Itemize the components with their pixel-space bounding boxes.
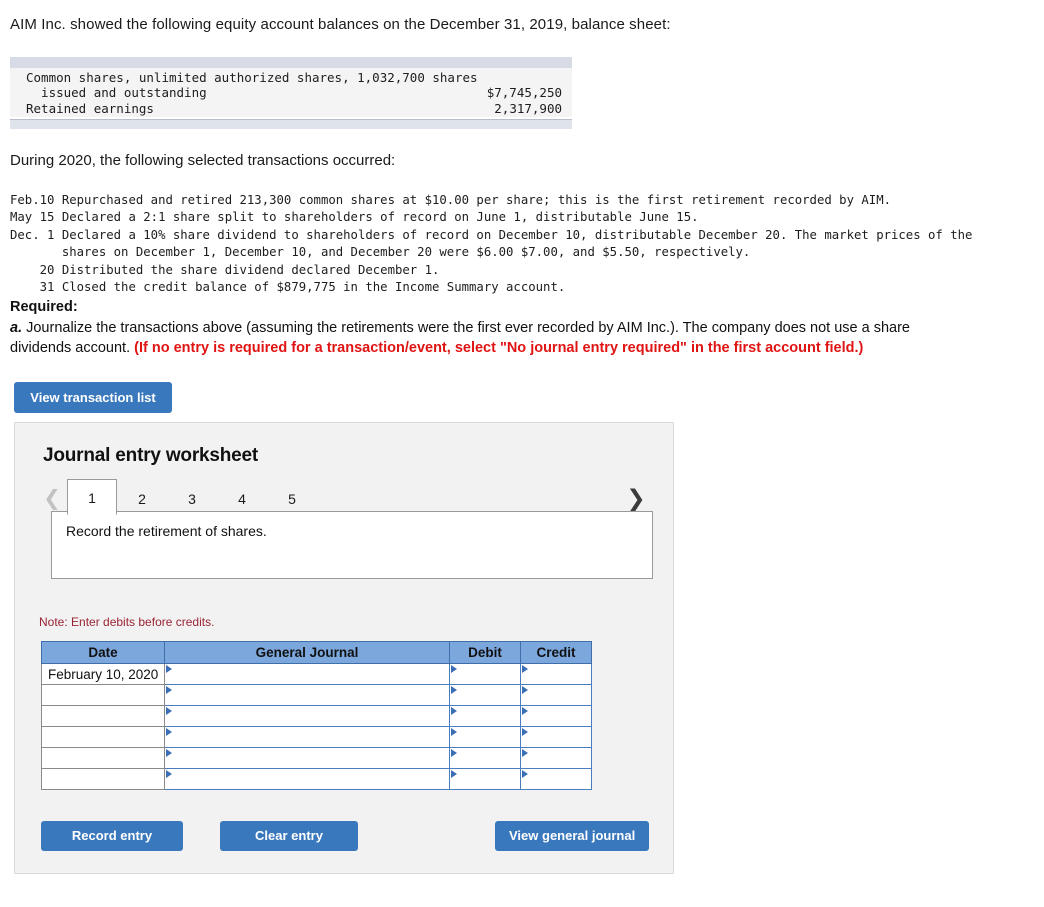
required-item-letter: a. — [10, 319, 23, 336]
table-header-row: Date General Journal Debit Credit — [41, 641, 592, 664]
balance-sheet-row: issued and outstanding $7,745,250 — [10, 85, 572, 100]
journal-entry-table: Date General Journal Debit Credit Februa… — [41, 641, 592, 790]
debits-before-credits-note: Note: Enter debits before credits. — [39, 615, 215, 629]
table-row — [41, 768, 592, 790]
general-journal-cell[interactable] — [164, 768, 450, 790]
dropdown-caret-icon — [522, 665, 528, 673]
balance-sheet-body: Common shares, unlimited authorized shar… — [10, 68, 572, 117]
view-transaction-list-button[interactable]: View transaction list — [14, 382, 172, 413]
dropdown-caret-icon — [166, 686, 172, 694]
tab-5[interactable]: 5 — [267, 481, 317, 515]
view-general-journal-button[interactable]: View general journal — [495, 821, 649, 851]
required-red-note: (If no entry is required for a transacti… — [134, 340, 864, 357]
debit-cell[interactable] — [449, 684, 521, 706]
column-header-debit: Debit — [449, 641, 521, 664]
date-cell[interactable] — [41, 768, 165, 790]
dropdown-caret-icon — [451, 665, 457, 673]
dropdown-caret-icon — [451, 749, 457, 757]
dropdown-caret-icon — [451, 728, 457, 736]
credit-cell[interactable] — [520, 705, 592, 727]
dropdown-caret-icon — [522, 686, 528, 694]
balance-sheet-bottom-bar — [10, 118, 572, 129]
required-heading: Required: — [10, 299, 78, 315]
balance-sheet-block: Common shares, unlimited authorized shar… — [10, 57, 572, 129]
dropdown-caret-icon — [451, 686, 457, 694]
transaction-line: 20 Distributed the share dividend declar… — [10, 262, 440, 277]
transaction-line: Dec. 1 Declared a 10% share dividend to … — [10, 227, 973, 242]
date-cell[interactable] — [41, 684, 165, 706]
chevron-right-icon[interactable]: ❯ — [621, 481, 651, 515]
date-cell[interactable] — [41, 705, 165, 727]
dropdown-caret-icon — [166, 770, 172, 778]
date-cell[interactable] — [41, 747, 165, 769]
dropdown-caret-icon — [451, 707, 457, 715]
debit-cell[interactable] — [449, 663, 521, 685]
balance-sheet-label: Common shares, unlimited authorized shar… — [26, 70, 478, 85]
journal-entry-worksheet-panel: Journal entry worksheet ❮ 1 2 3 4 5 ❯ Re… — [14, 422, 674, 874]
tab-4[interactable]: 4 — [217, 481, 267, 515]
dropdown-caret-icon — [522, 770, 528, 778]
date-cell[interactable] — [41, 726, 165, 748]
debit-cell[interactable] — [449, 726, 521, 748]
debit-cell[interactable] — [449, 705, 521, 727]
debit-cell[interactable] — [449, 747, 521, 769]
required-body: a. Journalize the transactions above (as… — [10, 318, 970, 359]
balance-sheet-row: Retained earnings 2,317,900 — [10, 101, 572, 116]
column-header-date: Date — [41, 641, 165, 664]
table-row — [41, 747, 592, 769]
dropdown-caret-icon — [166, 749, 172, 757]
credit-cell[interactable] — [520, 768, 592, 790]
required-section: Required: a. Journalize the transactions… — [10, 297, 970, 359]
credit-cell[interactable] — [520, 726, 592, 748]
balance-sheet-amount: 2,317,900 — [494, 100, 562, 116]
general-journal-cell[interactable] — [164, 726, 450, 748]
credit-cell[interactable] — [520, 663, 592, 685]
tab-2[interactable]: 2 — [117, 481, 167, 515]
intro-text: AIM Inc. showed the following equity acc… — [10, 16, 671, 33]
worksheet-tabs: ❮ 1 2 3 4 5 ❯ — [37, 477, 651, 515]
tab-3[interactable]: 3 — [167, 481, 217, 515]
table-row — [41, 684, 592, 706]
dropdown-caret-icon — [522, 728, 528, 736]
transactions-list: Feb.10 Repurchased and retired 213,300 c… — [10, 192, 972, 297]
transaction-line: May 15 Declared a 2:1 share split to sha… — [10, 210, 699, 225]
dropdown-caret-icon — [166, 665, 172, 673]
date-cell[interactable]: February 10, 2020 — [41, 663, 165, 685]
transaction-line: shares on December 1, December 10, and D… — [10, 245, 751, 260]
balance-sheet-label: Retained earnings — [26, 100, 154, 116]
panel-title: Journal entry worksheet — [43, 445, 259, 466]
balance-sheet-amount: $7,745,250 — [486, 85, 562, 101]
general-journal-cell[interactable] — [164, 663, 450, 685]
general-journal-cell[interactable] — [164, 684, 450, 706]
during-heading: During 2020, the following selected tran… — [10, 152, 396, 169]
column-header-general-journal: General Journal — [164, 641, 450, 664]
question-page: AIM Inc. showed the following equity acc… — [0, 0, 1044, 907]
transaction-line: 31 Closed the credit balance of $879,775… — [10, 280, 566, 295]
table-row: February 10, 2020 — [41, 663, 592, 685]
dropdown-caret-icon — [166, 728, 172, 736]
dropdown-caret-icon — [451, 770, 457, 778]
balance-sheet-top-bar — [10, 57, 572, 68]
balance-sheet-row: Common shares, unlimited authorized shar… — [10, 70, 572, 85]
debit-cell[interactable] — [449, 768, 521, 790]
instruction-box: Record the retirement of shares. — [51, 511, 653, 579]
dropdown-caret-icon — [166, 707, 172, 715]
credit-cell[interactable] — [520, 747, 592, 769]
instruction-text: Record the retirement of shares. — [66, 523, 267, 539]
clear-entry-button[interactable]: Clear entry — [220, 821, 358, 851]
tab-1[interactable]: 1 — [67, 479, 117, 515]
chevron-left-icon[interactable]: ❮ — [37, 481, 67, 515]
balance-sheet-label: issued and outstanding — [26, 85, 207, 101]
dropdown-caret-icon — [522, 707, 528, 715]
record-entry-button[interactable]: Record entry — [41, 821, 183, 851]
column-header-credit: Credit — [520, 641, 592, 664]
general-journal-cell[interactable] — [164, 705, 450, 727]
general-journal-cell[interactable] — [164, 747, 450, 769]
dropdown-caret-icon — [522, 749, 528, 757]
transaction-line: Feb.10 Repurchased and retired 213,300 c… — [10, 193, 891, 207]
table-row — [41, 705, 592, 727]
table-row — [41, 726, 592, 748]
credit-cell[interactable] — [520, 684, 592, 706]
